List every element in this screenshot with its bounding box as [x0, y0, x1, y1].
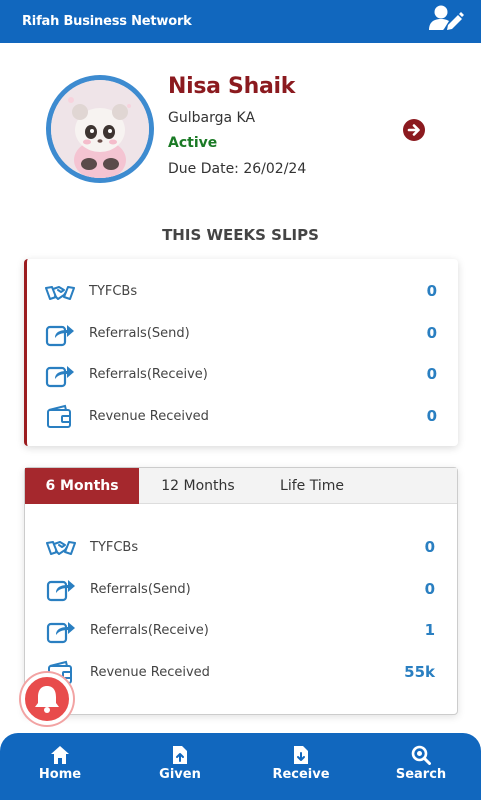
period-slips-card: 6 Months 12 Months Life Time TYFCBs 0 Re…: [24, 467, 458, 715]
handshake-icon: [46, 541, 76, 555]
home-icon: [51, 746, 69, 764]
avatar: [46, 75, 154, 183]
row-label: Revenue Received: [89, 409, 209, 424]
row-value: 55k: [404, 663, 435, 681]
tab-12-months[interactable]: 12 Months: [141, 468, 255, 504]
profile-location: Gulbarga KA: [168, 110, 256, 126]
share-icon: [45, 366, 74, 388]
row-label: Revenue Received: [90, 665, 210, 680]
row-value: 0: [424, 580, 435, 598]
handshake-icon: [45, 286, 75, 300]
panda-avatar-image: [51, 80, 149, 178]
edit-profile-button[interactable]: [428, 3, 464, 35]
weekly-section-title: THIS WEEKS SLIPS: [162, 226, 319, 244]
nav-label: Receive: [272, 767, 330, 782]
row-label: Referrals(Receive): [90, 623, 209, 638]
row-value: 1: [424, 621, 435, 639]
share-icon: [46, 622, 75, 644]
row-value: 0: [426, 407, 437, 425]
nav-receive[interactable]: Receive: [241, 733, 361, 800]
notifications-button[interactable]: [21, 673, 73, 725]
tab-6-months[interactable]: 6 Months: [25, 468, 139, 504]
row-label: Referrals(Receive): [89, 367, 208, 382]
row-label: Referrals(Send): [90, 582, 191, 597]
profile-name: Nisa Shaik: [168, 74, 296, 99]
wallet-icon: [47, 404, 71, 428]
row-label: TYFCBs: [89, 284, 138, 299]
app-header: Rifah Business Network: [0, 0, 481, 43]
row-value: 0: [426, 282, 437, 300]
tab-life-time[interactable]: Life Time: [255, 468, 369, 504]
nav-given[interactable]: Given: [120, 733, 240, 800]
nav-label: Search: [395, 767, 447, 782]
nav-search[interactable]: Search: [361, 733, 481, 800]
search-icon: [411, 745, 431, 765]
arrow-right-icon: [407, 124, 420, 136]
file-upload-icon: [173, 746, 187, 764]
row-label: Referrals(Send): [89, 326, 190, 341]
nav-home[interactable]: Home: [0, 733, 120, 800]
weekly-slips-card: TYFCBs 0 Referrals(Send) 0 Referrals(Rec…: [24, 259, 458, 446]
user-edit-icon: [429, 5, 464, 30]
period-tabs: 6 Months 12 Months Life Time: [25, 468, 457, 504]
due-date: Due Date: 26/02/24: [168, 161, 307, 177]
share-icon: [45, 325, 74, 347]
nav-label: Given: [159, 767, 201, 782]
app-title: Rifah Business Network: [22, 14, 192, 29]
bell-icon: [35, 686, 59, 713]
share-icon: [46, 580, 75, 602]
nav-label: Home: [38, 767, 82, 782]
row-label: TYFCBs: [90, 540, 139, 555]
file-download-icon: [294, 746, 308, 764]
status-badge: Active: [168, 135, 218, 151]
row-value: 0: [426, 324, 437, 342]
row-value: 0: [424, 538, 435, 556]
bottom-navigation: Home Given Receive Search: [0, 733, 481, 800]
row-value: 0: [426, 365, 437, 383]
profile-details-button[interactable]: [403, 119, 425, 141]
